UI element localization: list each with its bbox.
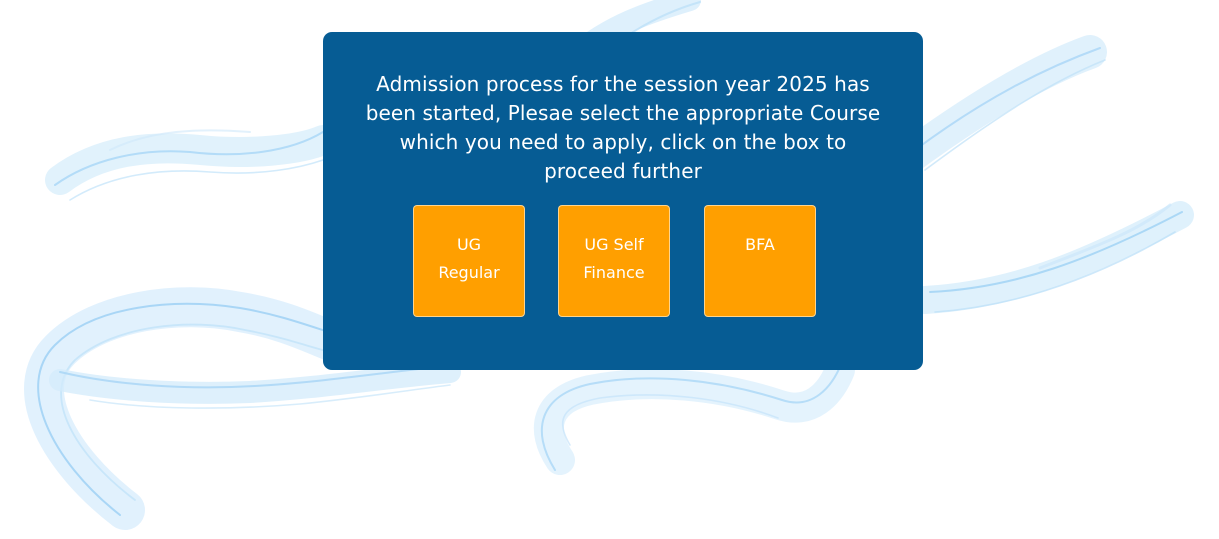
admission-panel: Admission process for the session year 2… [323, 32, 923, 370]
course-box-ug-self-finance[interactable]: UG Self Finance [558, 205, 670, 317]
course-box-bfa[interactable]: BFA [704, 205, 816, 317]
course-label-ug-regular: UG Regular [438, 235, 500, 282]
course-label-ug-self-finance: UG Self Finance [583, 235, 645, 282]
admission-notice-text: Admission process for the session year 2… [365, 72, 881, 183]
course-label-bfa: BFA [745, 235, 775, 254]
course-box-ug-regular[interactable]: UG Regular [413, 205, 525, 317]
